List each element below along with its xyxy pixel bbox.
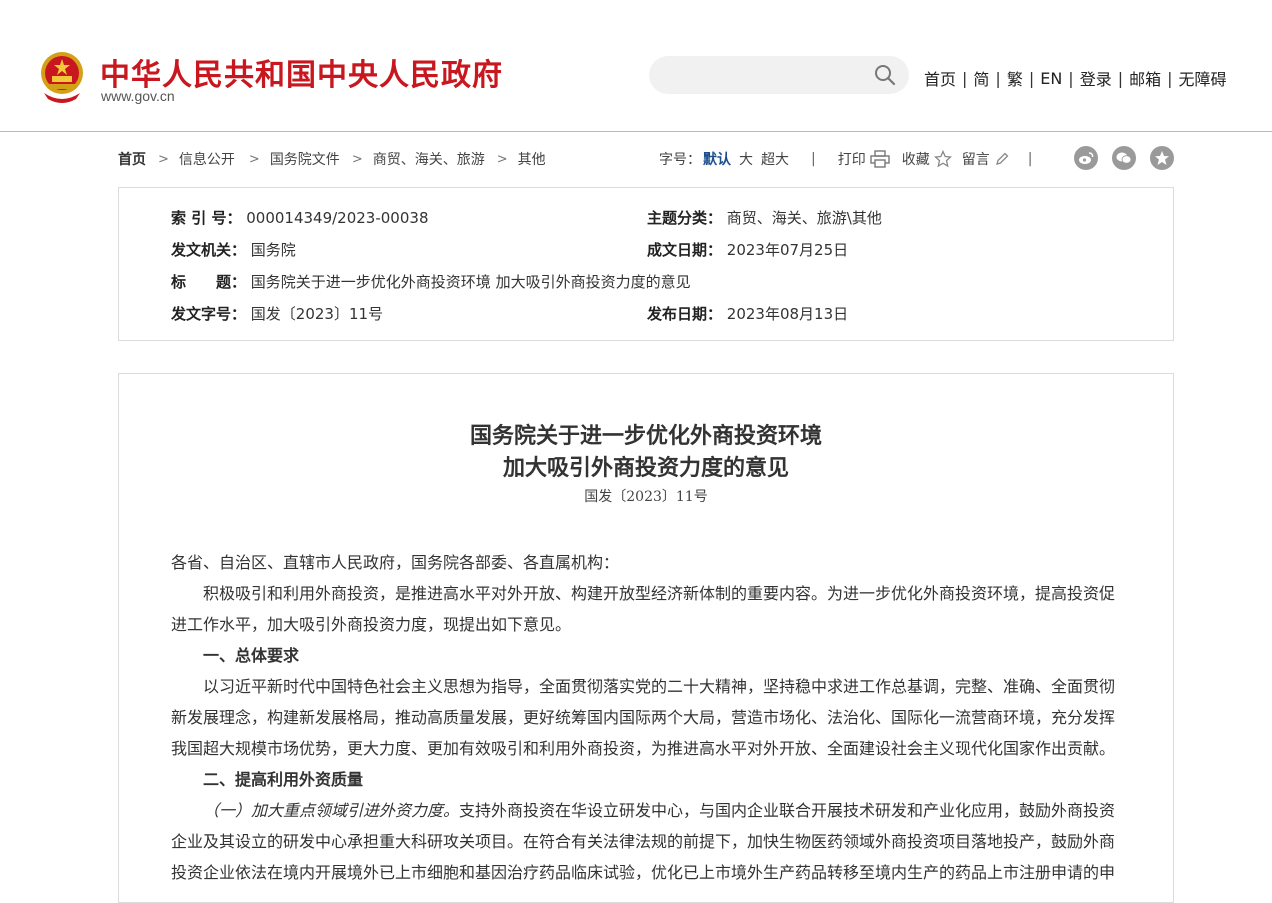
breadcrumb-state-council-docs[interactable]: 国务院文件 (270, 149, 340, 169)
national-emblem-icon[interactable] (36, 49, 88, 105)
breadcrumb-separator: > (351, 151, 363, 167)
meta-docno-row: 发文字号： 国发〔2023〕11号 (171, 303, 383, 324)
meta-title-row: 标 题： 国务院关于进一步优化外商投资环境 加大吸引外商投资力度的意见 (171, 271, 691, 292)
article-heading: 一、总体要求 (203, 646, 300, 665)
document-metadata: 索 引 号： 000014349/2023-00038 主题分类： 商贸、海关、… (118, 187, 1174, 341)
article-body: 各省、自治区、直辖市人民政府，国务院各部委、各直属机构： 积极吸引和利用外商投资… (171, 547, 1117, 888)
article-paragraph: 以习近平新时代中国特色社会主义思想为指导，全面贯彻落实党的二十大精神，坚持稳中求… (171, 677, 1116, 758)
meta-index-row: 索 引 号： 000014349/2023-00038 (171, 207, 428, 228)
article-title-line2: 加大吸引外商投资力度的意见 (502, 455, 789, 481)
breadcrumb-trade-customs-tourism[interactable]: 商贸、海关、旅游 (373, 149, 485, 169)
article-salutation: 各省、自治区、直辖市人民政府，国务院各部委、各直属机构： (171, 553, 620, 572)
meta-issuer-label: 发文机关： (171, 241, 247, 259)
meta-docno-label: 发文字号： (171, 305, 247, 323)
nav-english[interactable]: EN (1040, 69, 1062, 88)
pencil-icon[interactable] (994, 151, 1010, 167)
tools-separator: | (811, 151, 816, 167)
breadcrumb-separator: > (496, 151, 508, 167)
nav-separator: | (1167, 68, 1173, 88)
nav-mail[interactable]: 邮箱 (1129, 66, 1161, 90)
nav-accessibility[interactable]: 无障碍 (1179, 66, 1227, 90)
nav-separator: | (995, 68, 1001, 88)
search-icon[interactable] (874, 64, 896, 86)
wechat-icon[interactable] (1112, 146, 1136, 170)
favorite-button[interactable]: 收藏 (902, 149, 930, 169)
meta-published-row: 发布日期： 2023年08月13日 (647, 303, 848, 324)
meta-index-value: 000014349/2023-00038 (246, 209, 429, 227)
site-header: 中华人民共和国中央人民政府 www.gov.cn 首页 | 简 | 繁 | EN… (0, 0, 1272, 132)
meta-created-value: 2023年07月25日 (726, 241, 849, 259)
article-doc-number: 国发〔2023〕11号 (584, 489, 708, 505)
top-nav: 首页 | 简 | 繁 | EN | 登录 | 邮箱 | 无障碍 (924, 66, 1227, 90)
nav-home[interactable]: 首页 (924, 66, 956, 90)
print-button[interactable]: 打印 (838, 149, 866, 169)
star-icon[interactable] (933, 150, 952, 168)
meta-published-label: 发布日期： (647, 305, 723, 323)
weibo-icon[interactable] (1074, 146, 1098, 170)
breadcrumb-separator: > (158, 151, 169, 167)
font-size-default[interactable]: 默认 (703, 149, 731, 169)
meta-published-value: 2023年08月13日 (726, 305, 849, 323)
site-url[interactable]: www.gov.cn (101, 88, 175, 104)
article-tools: 字号： 默认 大 超大 | 打印 收藏 留言 | (659, 149, 1044, 169)
nav-separator: | (1028, 68, 1035, 88)
breadcrumb-separator: > (248, 151, 260, 167)
tools-separator: | (1027, 151, 1033, 167)
meta-index-label: 索 引 号： (171, 209, 242, 227)
meta-issuer-value: 国务院 (250, 241, 296, 259)
search-input[interactable] (665, 56, 865, 94)
nav-simplified[interactable]: 简 (973, 66, 989, 90)
printer-icon[interactable] (870, 150, 890, 168)
font-size-label: 字号： (659, 152, 701, 168)
breadcrumb: 首页 > 信息公开 > 国务院文件 > 商贸、海关、旅游 > 其他 (118, 149, 546, 169)
nav-login[interactable]: 登录 (1080, 66, 1112, 90)
breadcrumb-home[interactable]: 首页 (118, 149, 146, 169)
article-content: 国务院关于进一步优化外商投资环境 加大吸引外商投资力度的意见 国发〔2023〕1… (118, 373, 1174, 903)
breadcrumb-other[interactable]: 其他 (518, 149, 546, 169)
article-title-line1: 国务院关于进一步优化外商投资环境 (469, 423, 822, 449)
article-heading: 二、提高利用外资质量 (203, 770, 364, 789)
meta-created-label: 成文日期： (647, 241, 723, 259)
nav-separator: | (1117, 68, 1124, 88)
meta-created-row: 成文日期： 2023年07月25日 (647, 239, 848, 260)
font-size-xlarge[interactable]: 超大 (761, 149, 789, 169)
meta-topic-value: 商贸、海关、旅游\其他 (726, 209, 882, 227)
meta-topic-row: 主题分类： 商贸、海关、旅游\其他 (647, 207, 882, 228)
qzone-icon[interactable] (1150, 146, 1174, 170)
nav-traditional[interactable]: 繁 (1007, 66, 1023, 90)
meta-docno-value: 国发〔2023〕11号 (250, 305, 384, 323)
breadcrumb-info-disclosure[interactable]: 信息公开 (179, 149, 235, 169)
search-box[interactable] (649, 56, 909, 94)
meta-topic-label: 主题分类： (647, 209, 723, 227)
article-paragraph: （一）加大重点领域引进外资力度。支持外商投资在华设立研发中心，与国内企业联合开展… (171, 795, 1117, 888)
meta-title-value: 国务院关于进一步优化外商投资环境 加大吸引外商投资力度的意见 (250, 273, 691, 291)
nav-separator: | (962, 68, 968, 88)
font-size-large[interactable]: 大 (739, 149, 753, 169)
comment-button[interactable]: 留言 (962, 149, 990, 169)
article-subheading: （一）加大重点领域引进外资力度。 (203, 801, 460, 820)
meta-issuer-row: 发文机关： 国务院 (171, 239, 296, 260)
nav-separator: | (1068, 68, 1074, 88)
article-paragraph: 积极吸引和利用外商投资，是推进高水平对外开放、构建开放型经济新体制的重要内容。为… (171, 584, 1116, 634)
meta-title-label: 标 题： (171, 273, 247, 291)
